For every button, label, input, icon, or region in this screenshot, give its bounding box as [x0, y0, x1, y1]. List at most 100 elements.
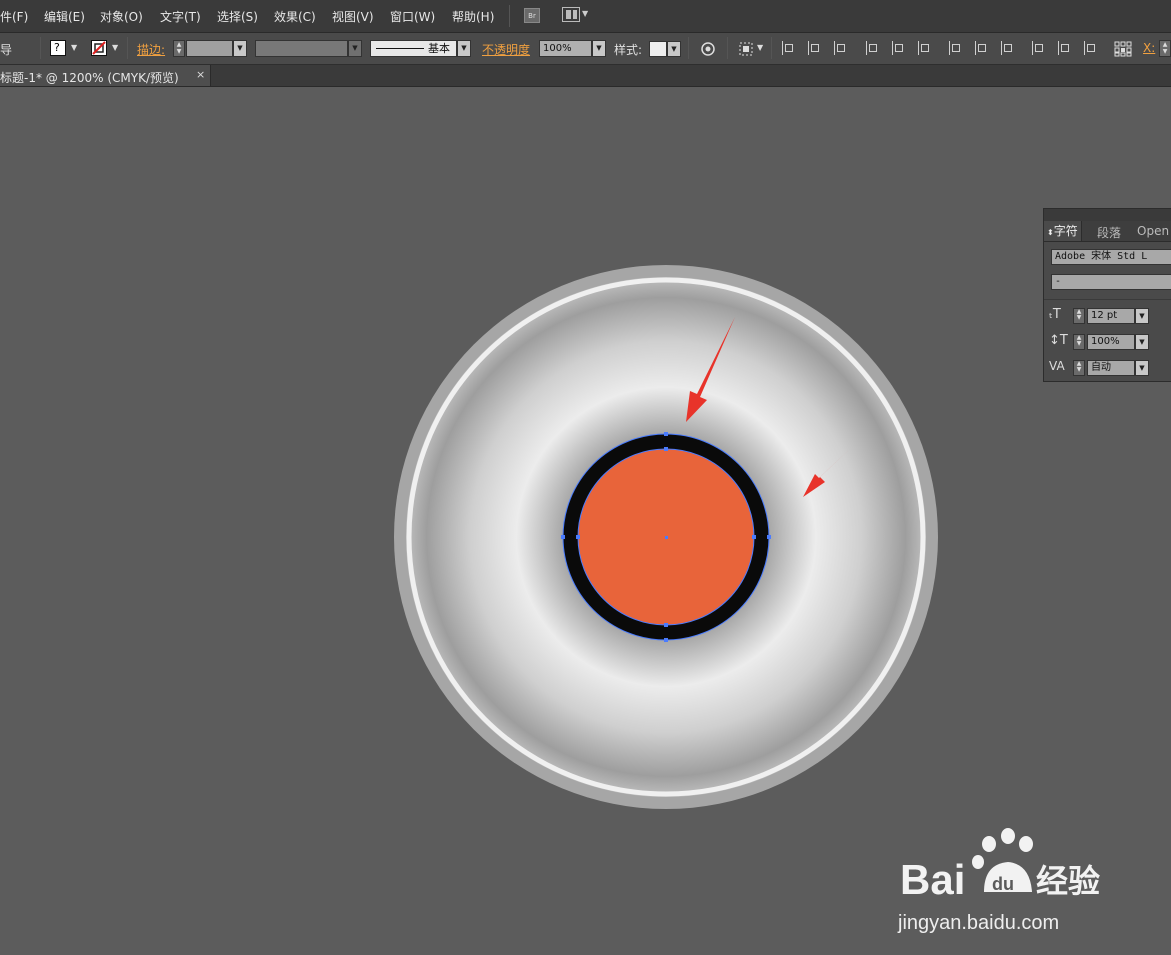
kerning-icon: VA — [1049, 359, 1065, 373]
align-vertical-center-icon[interactable] — [891, 41, 905, 55]
vertical-scale-stepper[interactable]: ▲ ▼ — [1073, 334, 1085, 350]
distribute-right-icon[interactable] — [1083, 41, 1097, 55]
brush-preset-field[interactable]: 基本 — [370, 40, 457, 57]
control-divider — [40, 37, 41, 59]
variable-width-input[interactable] — [255, 40, 348, 57]
stroke-weight-stepper[interactable]: ▲ ▼ — [173, 40, 185, 57]
watermark-url: jingyan.baidu.com — [898, 912, 1060, 934]
opacity-dropdown[interactable]: ▼ — [592, 40, 606, 57]
variable-width-dropdown[interactable]: ▼ — [348, 40, 362, 57]
align-to-selection-icon[interactable] — [738, 41, 756, 57]
svg-text:du: du — [992, 874, 1014, 894]
stroke-weight-dropdown[interactable]: ▼ — [233, 40, 247, 57]
opacity-label[interactable]: 不透明度 — [482, 41, 530, 58]
anchor-point[interactable] — [576, 535, 580, 539]
control-divider — [727, 37, 728, 59]
menu-file[interactable]: 件(F) — [0, 8, 28, 25]
recolor-artwork-icon[interactable] — [700, 41, 716, 57]
chevron-down-icon[interactable]: ▼ — [582, 9, 588, 18]
distribute-horizontal-center-icon[interactable] — [1057, 41, 1071, 55]
document-tab-title: 未标题-1* @ 1200% (CMYK/预览) — [0, 71, 179, 85]
kerning-stepper[interactable]: ▲ ▼ — [1073, 360, 1085, 376]
vertical-scale-dropdown[interactable]: ▼ — [1135, 334, 1149, 350]
control-divider — [688, 37, 689, 59]
menu-effect[interactable]: 效果(C) — [274, 8, 316, 25]
align-horizontal-center-icon[interactable] — [807, 41, 821, 55]
distribute-left-icon[interactable] — [1031, 41, 1045, 55]
menu-view[interactable]: 视图(V) — [332, 8, 374, 25]
brush-stroke-preview — [376, 48, 424, 49]
vertical-scale-input[interactable]: 100% — [1087, 334, 1135, 350]
stroke-label[interactable]: 描边: — [137, 41, 165, 58]
distribute-top-icon[interactable] — [948, 41, 962, 55]
logo-text-bai: Bai — [900, 856, 965, 903]
font-family-field[interactable]: Adobe 宋体 Std L — [1051, 249, 1171, 265]
brush-preset-dropdown[interactable]: ▼ — [457, 40, 471, 57]
stroke-weight-input[interactable] — [186, 40, 233, 57]
anchor-point[interactable] — [752, 535, 756, 539]
anchor-point[interactable] — [561, 535, 565, 539]
anchor-point[interactable] — [664, 432, 668, 436]
fill-swatch[interactable]: ? — [50, 40, 66, 56]
workspace-layout-icon[interactable] — [562, 7, 580, 22]
style-swatch[interactable] — [649, 41, 667, 57]
x-coordinate-stepper[interactable]: ▲ ▼ — [1159, 40, 1171, 57]
x-coordinate-label[interactable]: X: — [1143, 41, 1155, 55]
control-bar: 导 ? ▼ ▼ 描边: ▲ ▼ ▼ ▼ 基本 ▼ 不透明度 100% ▼ 样式: … — [0, 33, 1171, 65]
no-stroke-icon — [92, 41, 106, 55]
brush-preset-label: 基本 — [428, 42, 450, 55]
menu-window[interactable]: 窗口(W) — [390, 8, 435, 25]
style-dropdown[interactable]: ▼ — [667, 41, 681, 57]
align-left-icon[interactable] — [781, 41, 795, 55]
menu-object[interactable]: 对象(O) — [100, 8, 143, 25]
control-divider — [771, 37, 772, 59]
menu-edit[interactable]: 编辑(E) — [44, 8, 85, 25]
align-to-dropdown-icon[interactable]: ▼ — [757, 43, 763, 52]
menu-bar: 件(F) 编辑(E) 对象(O) 文字(T) 选择(S) 效果(C) 视图(V)… — [0, 0, 1171, 33]
tab-character[interactable]: ⬍字符 — [1044, 221, 1082, 241]
character-panel: ⬍字符 段落 Open Adobe 宋体 Std L - ₜT ▲ ▼ 12 pt… — [1043, 208, 1171, 382]
font-style-field[interactable]: - — [1051, 274, 1171, 290]
control-divider — [127, 37, 128, 59]
distribute-bottom-icon[interactable] — [1000, 41, 1014, 55]
anchor-point[interactable] — [664, 447, 668, 451]
bridge-icon[interactable]: Br — [524, 8, 540, 23]
anchor-point[interactable] — [664, 623, 668, 627]
transform-grid-icon[interactable] — [1114, 41, 1132, 57]
logo-text-jingyan: 经验 — [1036, 862, 1100, 900]
kerning-dropdown[interactable]: ▼ — [1135, 360, 1149, 376]
center-point — [665, 536, 668, 539]
tool-label: 导 — [0, 43, 13, 57]
style-label: 样式: — [614, 43, 643, 57]
align-top-icon[interactable] — [865, 41, 879, 55]
anchor-point[interactable] — [767, 535, 771, 539]
fill-dropdown-icon[interactable]: ▼ — [71, 43, 77, 52]
panel-collapse-icon[interactable]: ⬍ — [1047, 228, 1054, 237]
align-right-icon[interactable] — [833, 41, 847, 55]
menu-type[interactable]: 文字(T) — [160, 8, 201, 25]
panel-grip[interactable] — [1044, 209, 1171, 221]
align-bottom-icon[interactable] — [917, 41, 931, 55]
font-size-dropdown[interactable]: ▼ — [1135, 308, 1149, 324]
tab-paragraph[interactable]: 段落 — [1097, 224, 1121, 241]
menu-help[interactable]: 帮助(H) — [452, 8, 494, 25]
stroke-swatch[interactable] — [91, 40, 107, 56]
anchor-point[interactable] — [664, 638, 668, 642]
panel-tab-bar: ⬍字符 段落 Open — [1044, 221, 1171, 242]
question-mark-icon: ? — [54, 41, 60, 54]
artboard-canvas[interactable] — [0, 87, 1171, 955]
document-tab-bar: 未标题-1* @ 1200% (CMYK/预览) × — [0, 65, 1171, 87]
opacity-input[interactable]: 100% — [539, 40, 592, 57]
baidu-logo-icon: Bai du 经验 — [900, 828, 1100, 903]
kerning-input[interactable]: 自动 — [1087, 360, 1135, 376]
distribute-vertical-center-icon[interactable] — [974, 41, 988, 55]
stroke-dropdown-icon[interactable]: ▼ — [112, 43, 118, 52]
font-size-input[interactable]: 12 pt — [1087, 308, 1135, 324]
artwork — [394, 265, 938, 809]
vertical-scale-icon: ↕T — [1049, 333, 1068, 348]
close-icon[interactable]: × — [196, 68, 205, 81]
tab-opentype[interactable]: Open — [1137, 224, 1169, 238]
document-tab[interactable]: 未标题-1* @ 1200% (CMYK/预览) × — [0, 65, 211, 86]
menu-select[interactable]: 选择(S) — [217, 8, 258, 25]
font-size-stepper[interactable]: ▲ ▼ — [1073, 308, 1085, 324]
